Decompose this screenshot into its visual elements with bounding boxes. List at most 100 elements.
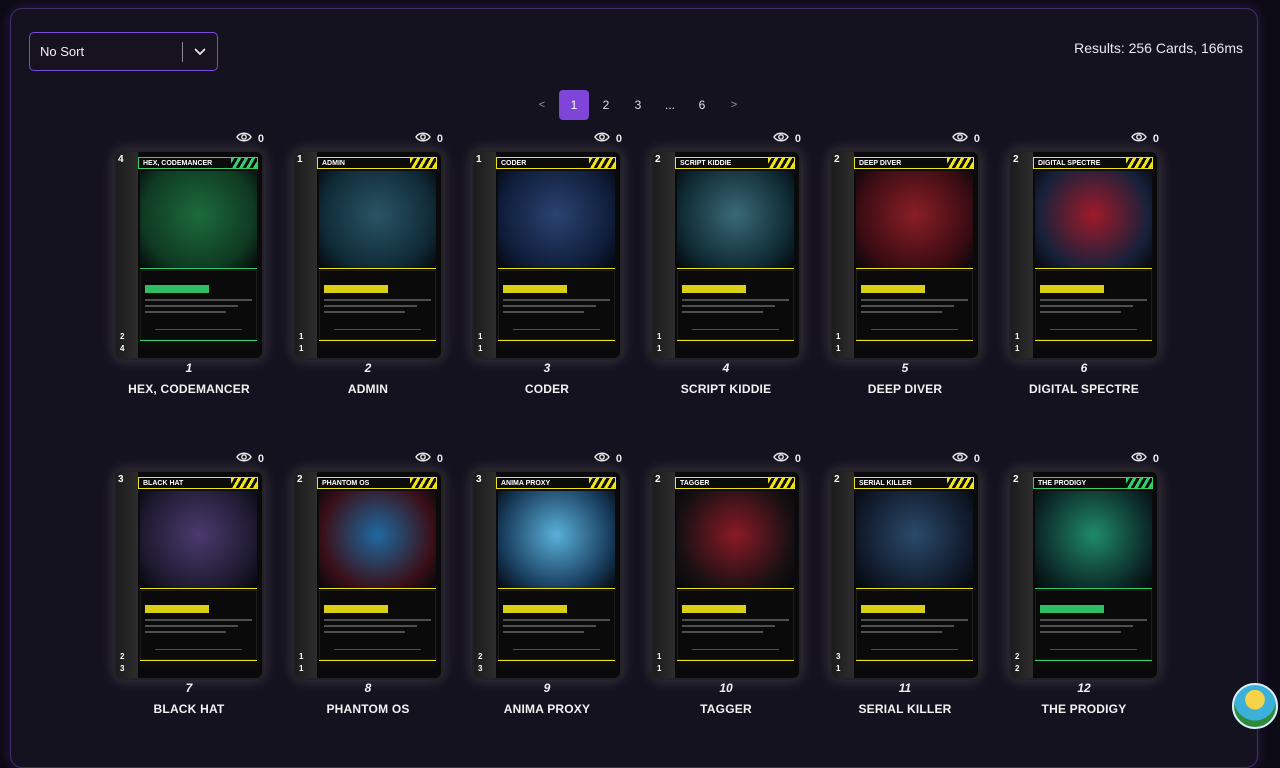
card-type-bar — [319, 340, 436, 348]
card-attack: 2 — [120, 652, 125, 661]
card-name[interactable]: HEX, CODEMANCER — [94, 382, 284, 396]
card-name[interactable]: BLACK HAT — [94, 702, 284, 716]
card-text-box — [498, 590, 615, 660]
card-flavor-line — [692, 649, 779, 650]
card-frame — [474, 152, 496, 358]
card-name[interactable]: ANIMA PROXY — [452, 702, 642, 716]
pagination-ellipsis: ... — [664, 98, 675, 112]
sort-select[interactable]: No Sort — [29, 32, 218, 71]
card-health: 1 — [836, 664, 841, 673]
view-count[interactable]: 0 — [224, 451, 264, 466]
chevron-down-icon[interactable] — [183, 33, 217, 70]
pagination-page-6[interactable]: 6 — [686, 90, 718, 120]
card-image[interactable]: 3 BLACK HAT 2 3 — [114, 470, 264, 680]
card-name[interactable]: DEEP DIVER — [810, 382, 1000, 396]
card-text-line — [503, 619, 610, 621]
pagination-page-3[interactable]: 3 — [622, 90, 654, 120]
card-image[interactable]: 2 TAGGER 1 1 — [651, 470, 801, 680]
view-count-value: 0 — [1152, 452, 1159, 465]
card-title: SCRIPT KIDDIE — [680, 159, 732, 167]
card-title: HEX, CODEMANCER — [143, 159, 213, 167]
view-count[interactable]: 0 — [940, 451, 980, 466]
card-name[interactable]: PHANTOM OS — [273, 702, 463, 716]
card-frame — [1011, 152, 1033, 358]
card-health: 3 — [478, 664, 483, 673]
card-art — [677, 491, 794, 589]
view-count[interactable]: 0 — [1119, 131, 1159, 146]
card-text-line — [324, 625, 417, 627]
card-text-line — [861, 619, 968, 621]
card-image[interactable]: 1 ADMIN 1 1 — [293, 150, 443, 360]
card-text-box — [856, 590, 973, 660]
view-count-value: 0 — [794, 452, 801, 465]
card-number: 7 — [185, 681, 193, 695]
card-text-line — [145, 619, 252, 621]
card-name[interactable]: TAGGER — [631, 702, 821, 716]
card-attack: 1 — [478, 332, 483, 341]
view-count-value: 0 — [1152, 132, 1159, 145]
card-number: 8 — [364, 681, 372, 695]
view-count[interactable]: 0 — [1119, 451, 1159, 466]
card-stripes — [410, 478, 436, 488]
card-health: 2 — [1015, 664, 1020, 673]
view-count[interactable]: 0 — [761, 131, 801, 146]
card-text-line — [145, 625, 238, 627]
card-text-line — [145, 631, 226, 633]
card-name[interactable]: ADMIN — [273, 382, 463, 396]
view-count[interactable]: 0 — [403, 451, 443, 466]
card-number: 6 — [1080, 361, 1088, 375]
card-stripes — [1126, 158, 1152, 168]
card-image[interactable]: 4 HEX, CODEMANCER 2 4 — [114, 150, 264, 360]
card-flavor-line — [513, 329, 600, 330]
view-count[interactable]: 0 — [582, 131, 622, 146]
card-name[interactable]: DIGITAL SPECTRE — [989, 382, 1179, 396]
eye-icon — [594, 131, 610, 146]
card-frame — [653, 472, 675, 678]
card-image[interactable]: 2 THE PRODIGY 2 2 — [1009, 470, 1159, 680]
card-keyword-bar — [861, 605, 925, 613]
pagination-prev-button[interactable]: < — [526, 90, 558, 120]
view-count[interactable]: 0 — [224, 131, 264, 146]
card-image[interactable]: 1 CODER 1 1 — [472, 150, 622, 360]
view-count[interactable]: 0 — [761, 451, 801, 466]
card-image[interactable]: 2 PHANTOM OS 1 1 — [293, 470, 443, 680]
card-title: BLACK HAT — [143, 479, 184, 487]
card-art — [1035, 491, 1152, 589]
card-image[interactable]: 2 SCRIPT KIDDIE 1 1 — [651, 150, 801, 360]
card-name[interactable]: CODER — [452, 382, 642, 396]
card-stripes — [589, 478, 615, 488]
view-count[interactable]: 0 — [582, 451, 622, 466]
card-name[interactable]: SERIAL KILLER — [810, 702, 1000, 716]
card-frame — [653, 152, 675, 358]
card-health: 1 — [299, 664, 304, 673]
eye-icon — [1131, 131, 1147, 146]
pagination-page-2[interactable]: 2 — [590, 90, 622, 120]
pagination-next-button[interactable]: > — [718, 90, 750, 120]
card-image[interactable]: 2 SERIAL KILLER 3 1 — [830, 470, 980, 680]
view-count-value: 0 — [615, 452, 622, 465]
card-title-bar: THE PRODIGY — [1033, 477, 1153, 489]
card-name[interactable]: SCRIPT KIDDIE — [631, 382, 821, 396]
card-title-bar: ANIMA PROXY — [496, 477, 616, 489]
card-type-bar — [856, 340, 973, 348]
card-stripes — [410, 158, 436, 168]
card-image[interactable]: 2 DEEP DIVER 1 1 — [830, 150, 980, 360]
card-text-line — [503, 311, 584, 313]
card-text-line — [324, 305, 417, 307]
card-text-line — [145, 305, 238, 307]
view-count[interactable]: 0 — [403, 131, 443, 146]
pagination-page-1[interactable]: 1 — [559, 90, 589, 120]
card-frame — [832, 472, 854, 678]
view-count[interactable]: 0 — [940, 131, 980, 146]
card-art — [319, 491, 436, 589]
card-stripes — [231, 158, 257, 168]
avatar-button[interactable] — [1232, 683, 1278, 729]
card-text-line — [503, 305, 596, 307]
card-flavor-line — [871, 649, 958, 650]
card-stripes — [768, 478, 794, 488]
card-name[interactable]: THE PRODIGY — [989, 702, 1179, 716]
eye-icon — [773, 131, 789, 146]
card-image[interactable]: 2 DIGITAL SPECTRE 1 1 — [1009, 150, 1159, 360]
card-title: CODER — [501, 159, 527, 167]
card-image[interactable]: 3 ANIMA PROXY 2 3 — [472, 470, 622, 680]
